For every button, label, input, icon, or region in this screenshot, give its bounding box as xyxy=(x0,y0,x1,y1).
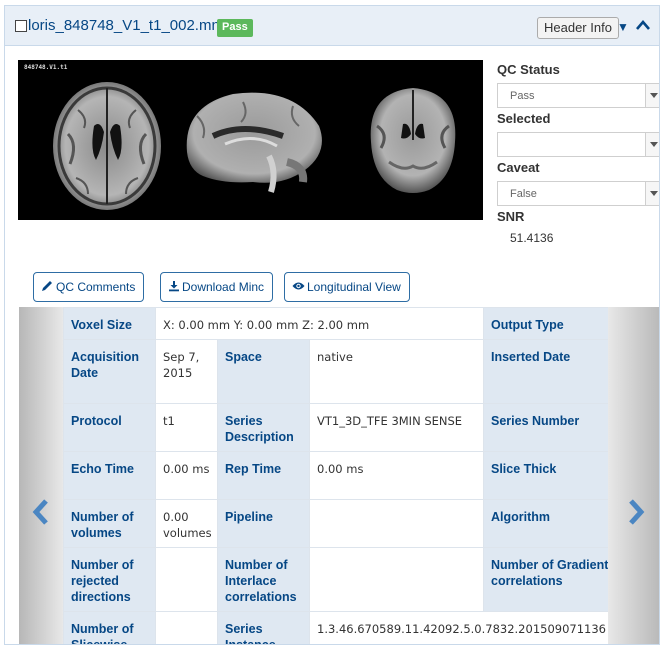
table-row: Acquisition DateSep 7, 2015SpacenativeIn… xyxy=(64,340,609,404)
carousel-next-control[interactable] xyxy=(608,307,660,645)
qc-status-badge: Pass xyxy=(217,19,253,37)
table-row: Number of rejected directions Number of I… xyxy=(64,548,609,612)
table-label-cell: Pipeline xyxy=(218,500,310,548)
table-label-cell: Series Number xyxy=(484,404,609,452)
snr-label: SNR xyxy=(497,209,524,224)
table-label-cell: Number of Slicewise xyxy=(64,612,156,645)
qc-status-select[interactable]: Pass xyxy=(497,83,660,108)
table-label-cell: Acquisition Date xyxy=(64,340,156,404)
chevron-down-icon xyxy=(645,133,660,156)
coronal-slice-image xyxy=(363,82,463,200)
selected-select[interactable] xyxy=(497,132,660,157)
table-value-cell: 0.00 ms xyxy=(156,452,218,500)
table-label-cell: Series Description xyxy=(218,404,310,452)
select-checkbox[interactable] xyxy=(15,20,27,32)
table-value-cell: Sep 7, 2015 xyxy=(156,340,218,404)
carousel-prev-control[interactable] xyxy=(19,307,63,645)
table-row: Number of Slicewise Series Instance1.3.46… xyxy=(64,612,609,645)
table-value-cell xyxy=(310,500,484,548)
snr-value: 51.4136 xyxy=(510,231,553,245)
axial-slice-image xyxy=(48,74,166,214)
file-name[interactable]: loris_848748_V1_t1_002.mnc xyxy=(28,17,227,34)
table-label-cell: Rep Time xyxy=(218,452,310,500)
table-value-cell: t1 xyxy=(156,404,218,452)
table-label-cell: Inserted Date xyxy=(484,340,609,404)
table-value-cell xyxy=(156,612,218,645)
table-row: Voxel SizeX: 0.00 mm Y: 0.00 mm Z: 2.00 … xyxy=(64,308,609,340)
header-info-button[interactable]: Header Info xyxy=(537,17,619,39)
table-value-cell: 1.3.46.670589.11.42092.5.0.7832.20150907… xyxy=(310,612,609,645)
table-label-cell: Number of Interlace correlations xyxy=(218,548,310,612)
download-minc-label: Download Minc xyxy=(182,280,264,294)
selected-label: Selected xyxy=(497,111,550,126)
table-value-cell: 0.00 ms xyxy=(310,452,484,500)
qc-status-value: Pass xyxy=(510,90,534,102)
brain-image-viewer[interactable]: 848748.V1.t1 xyxy=(18,60,483,220)
qc-status-label: QC Status xyxy=(497,62,560,77)
table-value-cell xyxy=(310,548,484,612)
table-row: Number of volumes0.00 volumesPipeline Alg… xyxy=(64,500,609,548)
table-row: Protocolt1Series DescriptionVT1_3D_TFE 3… xyxy=(64,404,609,452)
caveat-label: Caveat xyxy=(497,160,540,175)
table-label-cell: Protocol xyxy=(64,404,156,452)
sagittal-slice-image xyxy=(173,86,331,196)
table-row: Echo Time0.00 msRep Time0.00 msSlice Thi… xyxy=(64,452,609,500)
caveat-select[interactable]: False xyxy=(497,181,660,206)
table-value-cell: 0.00 volumes xyxy=(156,500,218,548)
table-label-cell: Space xyxy=(218,340,310,404)
longitudinal-view-label: Longitudinal View xyxy=(307,280,401,294)
table-value-cell xyxy=(156,548,218,612)
chevron-down-icon xyxy=(645,84,660,107)
qc-comments-label: QC Comments xyxy=(56,280,135,294)
header-info-table: Voxel SizeX: 0.00 mm Y: 0.00 mm Z: 2.00 … xyxy=(63,307,608,645)
chevron-down-icon xyxy=(645,182,660,205)
download-minc-button[interactable]: Download Minc xyxy=(160,272,273,302)
table-value-cell: X: 0.00 mm Y: 0.00 mm Z: 2.00 mm xyxy=(156,308,484,340)
table-label-cell: Output Type xyxy=(484,308,609,340)
table-label-cell: Voxel Size xyxy=(64,308,156,340)
chevron-right-icon xyxy=(625,497,647,527)
table-label-cell: Number of Gradient correlations xyxy=(484,548,609,612)
table-label-cell: Series Instance xyxy=(218,612,310,645)
table-label-cell: Number of volumes xyxy=(64,500,156,548)
pencil-icon xyxy=(41,280,54,292)
download-icon xyxy=(168,280,180,292)
caret-down-icon[interactable]: ▼ xyxy=(617,20,629,34)
qc-comments-button[interactable]: QC Comments xyxy=(33,272,144,302)
caveat-value: False xyxy=(510,188,537,200)
eye-icon xyxy=(292,281,305,291)
table-label-cell: Algorithm xyxy=(484,500,609,548)
table-value-cell: native xyxy=(310,340,484,404)
table-label-cell: Echo Time xyxy=(64,452,156,500)
longitudinal-view-button[interactable]: Longitudinal View xyxy=(284,272,410,302)
panel-heading: loris_848748_V1_t1_002.mnc Pass Header I… xyxy=(5,6,659,46)
chevron-up-icon[interactable] xyxy=(635,18,651,32)
image-panel: loris_848748_V1_t1_002.mnc Pass Header I… xyxy=(4,5,660,645)
table-label-cell: Number of rejected directions xyxy=(64,548,156,612)
table-label-cell: Slice Thick xyxy=(484,452,609,500)
header-info-carousel: Voxel SizeX: 0.00 mm Y: 0.00 mm Z: 2.00 … xyxy=(19,307,660,645)
table-value-cell: VT1_3D_TFE 3MIN SENSE xyxy=(310,404,484,452)
chevron-left-icon xyxy=(30,497,52,527)
viewer-overlay-label: 848748.V1.t1 xyxy=(24,64,67,71)
